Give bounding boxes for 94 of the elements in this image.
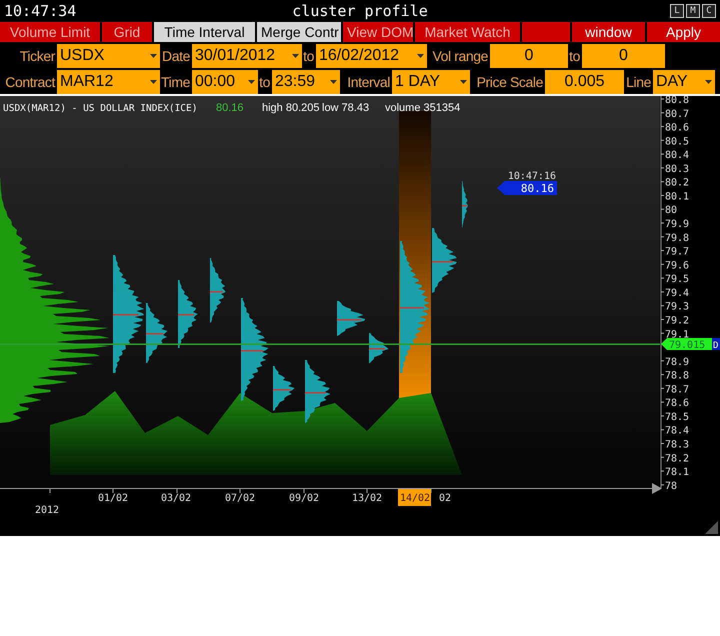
dropdown[interactable]: 30/01/2012 <box>192 44 302 68</box>
axis-label: 78.5 <box>660 412 690 423</box>
menu-tab[interactable]: Merge Contr <box>257 22 341 42</box>
dropdown[interactable]: 00:00 <box>192 70 258 94</box>
axis-label: 79.8 <box>660 232 690 244</box>
volume-cluster <box>273 366 295 411</box>
low-price: low 78.43 <box>322 102 370 114</box>
volume-cluster <box>462 181 468 228</box>
axis-label: 78.7 <box>660 384 690 396</box>
caret-icon <box>248 80 255 84</box>
chart-symbol: USDX(MAR12) - US DOLLAR INDEX(ICE) <box>3 103 198 114</box>
axis-label: 78.6 <box>660 398 690 410</box>
menu-bar-segment <box>522 22 570 42</box>
date-label: 14/02 <box>398 489 431 506</box>
last-price: 80.16 <box>216 102 244 114</box>
axis-label: 80.4 <box>660 150 690 162</box>
caret-icon <box>330 80 337 84</box>
axis-label: 79.3 <box>660 302 690 313</box>
caret-icon <box>417 54 424 58</box>
volume-cluster <box>305 360 330 423</box>
field-label: to <box>302 47 315 66</box>
price-tag: 80.16 <box>497 181 557 195</box>
axis-label: 79.7 <box>660 246 690 258</box>
title-bar-button[interactable]: M <box>686 4 700 18</box>
date-label: 02 <box>439 493 452 504</box>
dropdown[interactable]: 16/02/2012 <box>316 44 427 68</box>
caret-icon <box>150 80 157 84</box>
tag-time: 10:47:16 <box>508 171 556 182</box>
field-label: Ticker <box>18 47 56 66</box>
axis-label: 80.3 <box>660 164 690 175</box>
field-label: Time <box>160 73 191 92</box>
dropdown[interactable]: 23:59 <box>272 70 340 94</box>
volume-cluster <box>146 303 168 363</box>
flag-marker: D <box>712 338 720 351</box>
axis-label: 78.4 <box>660 426 690 437</box>
field-label: Line <box>625 73 652 92</box>
field-label: Interval <box>346 73 391 92</box>
price-marker: 79.015 <box>661 338 712 351</box>
input-field[interactable]: 0 <box>490 44 568 68</box>
menu-tab[interactable]: Time Interval <box>154 22 255 42</box>
axis-label: 80.2 <box>660 178 690 189</box>
date-label: 09/02 <box>288 493 320 504</box>
action-button[interactable]: window <box>572 22 645 42</box>
axis-label: 78.3 <box>660 440 690 450</box>
axis-label: 79.1 <box>660 329 690 340</box>
axis-label: 79.9 <box>660 219 690 230</box>
action-button[interactable]: Apply <box>647 22 720 42</box>
axis-label: 80.6 <box>660 122 690 134</box>
high-price: high 80.205 <box>262 102 320 114</box>
axis-label: 79.5 <box>660 274 690 286</box>
date-label: 07/02 <box>224 493 256 504</box>
clock-time: 10:47:34 <box>4 2 76 20</box>
window-title: cluster profile <box>292 2 428 20</box>
axis-label: 79.2 <box>660 315 690 326</box>
field-label: to <box>568 47 581 66</box>
dropdown[interactable]: DAY <box>653 70 715 94</box>
volume-total: volume 351354 <box>385 102 460 114</box>
dropdown[interactable]: 1 DAY <box>392 70 470 94</box>
axis-label: 79.4 <box>660 288 690 299</box>
resize-grip-icon[interactable] <box>705 521 718 534</box>
volume-cluster <box>432 228 457 293</box>
date-label: 13/02 <box>352 493 382 504</box>
volume-cluster <box>210 258 226 323</box>
axis-label: 78.2 <box>660 453 690 464</box>
field-label: Price Scale <box>476 73 544 92</box>
title-bar-button[interactable]: L <box>670 4 684 18</box>
title-bar-button[interactable]: C <box>702 4 716 18</box>
caret-icon <box>705 80 712 84</box>
field-label: Vol range <box>431 47 489 66</box>
field-label: Date <box>161 47 191 66</box>
axis-label: 78.8 <box>660 370 690 382</box>
volume-cluster <box>337 301 366 336</box>
axis-label: 80 <box>660 205 678 216</box>
date-label: 03/02 <box>160 493 192 504</box>
dropdown[interactable]: USDX <box>57 44 160 68</box>
input-field[interactable]: 0.005 <box>545 70 624 94</box>
caret-icon <box>460 80 467 84</box>
axis-label: 80.1 <box>660 191 690 202</box>
field-label: to <box>258 73 271 92</box>
caret-icon <box>150 54 157 58</box>
volume-cluster <box>178 280 198 348</box>
axis-label: 78 <box>660 480 678 492</box>
dropdown[interactable]: MAR12 <box>57 70 160 94</box>
date-label: 01/02 <box>98 493 128 504</box>
year-label: 2012 <box>34 505 60 516</box>
input-field[interactable]: 0 <box>582 44 665 68</box>
axis-label: 78.9 <box>660 356 690 368</box>
volume-cluster <box>369 333 389 363</box>
axis-label: 80.7 <box>660 108 690 120</box>
field-label: Contract <box>4 73 56 92</box>
axis-label: 79.6 <box>660 260 690 272</box>
axis-label: 78.1 <box>660 467 690 478</box>
caret-icon <box>292 54 299 58</box>
axis-label: 80.5 <box>660 136 690 148</box>
